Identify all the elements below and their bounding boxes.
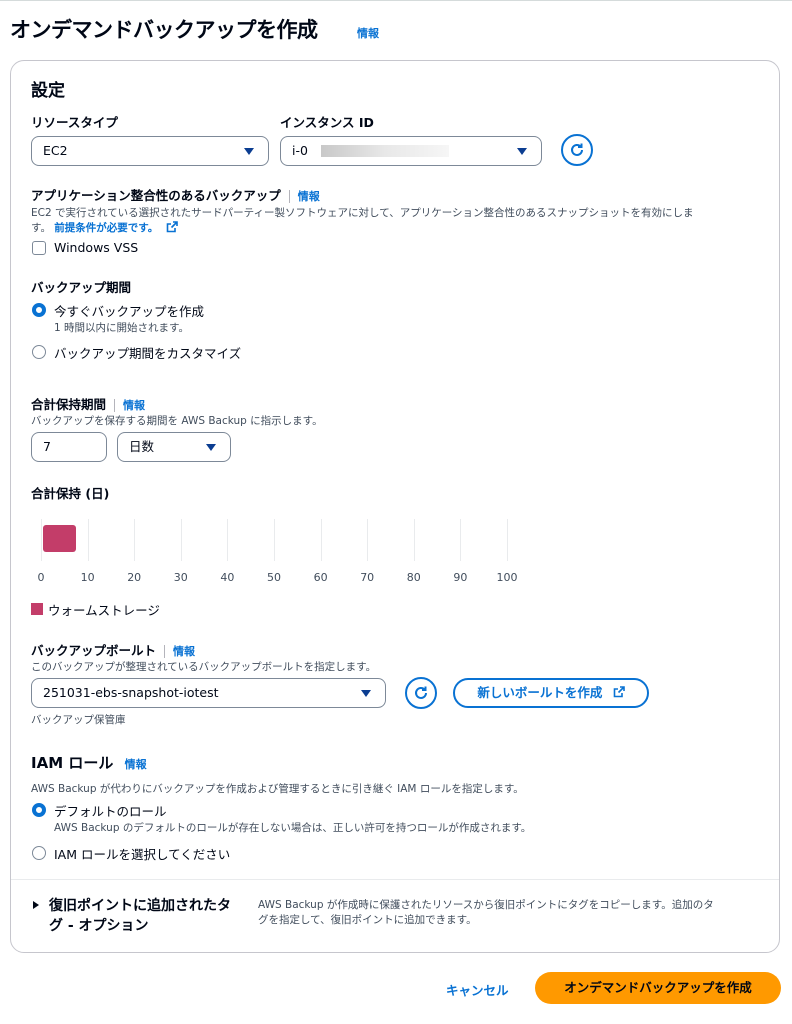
redacted-blur bbox=[321, 145, 449, 157]
default-role-radio[interactable] bbox=[32, 803, 46, 817]
external-link-icon bbox=[613, 686, 625, 698]
retention-chart-title: 合計保持 (日) bbox=[31, 486, 110, 501]
vault-refresh-button[interactable] bbox=[405, 677, 437, 709]
choose-role-label: IAM ロールを選択してください bbox=[54, 847, 231, 862]
refresh-icon bbox=[415, 686, 427, 699]
vault-value: 251031-ebs-snapshot-iotest bbox=[43, 685, 219, 700]
iam-label-row: IAM ロール 情報 bbox=[31, 752, 147, 773]
chart-gridline bbox=[367, 519, 369, 561]
choose-role-radio[interactable] bbox=[32, 846, 46, 860]
section-divider bbox=[11, 879, 779, 880]
vault-select[interactable]: 251031-ebs-snapshot-iotest bbox=[31, 678, 386, 708]
chart-tick-label: 60 bbox=[313, 571, 328, 584]
app-consistent-desc: EC2 で実行されている選択されたサードパーティー製ソフトウェアに対して、アプリ… bbox=[31, 207, 694, 219]
vault-label: バックアップボールト bbox=[31, 643, 157, 658]
chart-gridline bbox=[274, 519, 275, 561]
vault-label-row: バックアップボールト 情報 bbox=[31, 640, 195, 659]
chart-tick-label: 20 bbox=[127, 571, 142, 584]
chart-gridline bbox=[320, 519, 322, 561]
chart-gridline bbox=[413, 519, 415, 561]
chart-bar-warm-storage bbox=[43, 525, 76, 552]
settings-heading: 設定 bbox=[31, 81, 65, 101]
instance-refresh-button[interactable] bbox=[561, 134, 593, 166]
chart-tick-label: 80 bbox=[406, 571, 421, 584]
legend-swatch bbox=[31, 603, 43, 615]
create-vault-label: 新しいボールトを作成 bbox=[477, 685, 603, 700]
chart-tick-label: 30 bbox=[173, 571, 188, 584]
backup-now-sub: 1 時間以内に開始されます。 bbox=[54, 322, 189, 334]
retention-unit-select[interactable]: 日数 bbox=[117, 432, 231, 462]
backup-window-label: バックアップ期間 bbox=[31, 280, 132, 295]
retention-unit-value: 日数 bbox=[129, 439, 155, 454]
legend-label: ウォームストレージ bbox=[48, 603, 160, 618]
customize-window-label: バックアップ期間をカスタマイズ bbox=[54, 346, 242, 361]
tags-desc: AWS Backup が作成時に保護されたリソースから復旧ポイントにタグをコピー… bbox=[258, 899, 714, 926]
tags-title: 復旧ポイントに追加されたタ グ - オプション bbox=[49, 898, 231, 934]
cancel-button[interactable]: キャンセル bbox=[446, 980, 509, 999]
retention-desc: バックアップを保存する期間を AWS Backup に指示します。 bbox=[31, 415, 323, 427]
caret-down-icon bbox=[206, 444, 216, 451]
caret-down-icon bbox=[244, 148, 254, 155]
chart-tick-label: 50 bbox=[267, 571, 281, 584]
backup-now-radio[interactable] bbox=[32, 303, 46, 317]
vault-info-link[interactable]: 情報 bbox=[173, 645, 195, 658]
settings-panel: 設定 リソースタイプ EC2 インスタンス ID i-0 アプリケーション整合性… bbox=[10, 60, 780, 953]
chart-tick-label: 0 bbox=[37, 571, 45, 584]
retention-value-input[interactable]: 7 bbox=[31, 432, 107, 462]
app-consistent-label: アプリケーション整合性のあるバックアップ bbox=[31, 188, 281, 203]
prereq-link[interactable]: 前提条件が必要です。 bbox=[54, 222, 158, 234]
chart-gridline bbox=[87, 519, 89, 561]
retention-chart: 0 10 20 30 40 50 60 70 80 90 100 bbox=[11, 511, 571, 591]
default-role-sub: AWS Backup のデフォルトのロールが存在しない場合は、正しい許可を持つロ… bbox=[54, 822, 532, 834]
app-consistent-info-link[interactable]: 情報 bbox=[298, 190, 320, 203]
chart-gridline bbox=[134, 519, 136, 561]
chart-gridline bbox=[507, 519, 508, 561]
resource-type-select[interactable]: EC2 bbox=[31, 136, 269, 166]
refresh-icon bbox=[571, 143, 583, 156]
caret-down-icon bbox=[361, 690, 371, 697]
windows-vss-label: Windows VSS bbox=[54, 240, 139, 255]
customize-window-radio[interactable] bbox=[32, 345, 46, 359]
default-role-label: デフォルトのロール bbox=[54, 804, 167, 819]
retention-label-row: 合計保持期間 情報 bbox=[31, 394, 145, 413]
chart-tick-label: 90 bbox=[453, 571, 468, 584]
vault-footnote: バックアップ保管庫 bbox=[31, 714, 126, 726]
iam-label: IAM ロール bbox=[31, 754, 114, 772]
page-info-link[interactable]: 情報 bbox=[357, 25, 379, 41]
chart-tick-label: 40 bbox=[220, 571, 235, 584]
chart-gridline bbox=[180, 519, 182, 561]
retention-info-link[interactable]: 情報 bbox=[123, 399, 145, 412]
page-title: オンデマンドバックアップを作成 bbox=[10, 18, 318, 42]
windows-vss-checkbox[interactable] bbox=[32, 241, 46, 255]
chart-gridline bbox=[41, 519, 42, 561]
chart-gridline bbox=[227, 519, 229, 561]
instance-id-select[interactable]: i-0 bbox=[280, 136, 542, 166]
vault-desc: このバックアップが整理されているバックアップボールトを指定します。 bbox=[31, 661, 377, 673]
chart-tick-label: 10 bbox=[80, 571, 95, 584]
resource-type-value: EC2 bbox=[43, 143, 68, 158]
chart-tick-label: 70 bbox=[360, 571, 375, 584]
external-link-icon bbox=[166, 221, 178, 233]
top-border bbox=[0, 0, 792, 1]
create-backup-button[interactable]: オンデマンドバックアップを作成 bbox=[535, 972, 781, 1004]
expand-triangle-icon bbox=[33, 901, 39, 909]
create-vault-button[interactable]: 新しいボールトを作成 bbox=[453, 678, 649, 708]
chart-tick-label: 100 bbox=[496, 571, 518, 584]
backup-now-label: 今すぐバックアップを作成 bbox=[54, 304, 205, 319]
iam-desc: AWS Backup が代わりにバックアップを作成および管理するときに引き継ぐ … bbox=[31, 783, 524, 795]
app-consistent-desc-2: す。 前提条件が必要です。 bbox=[31, 220, 178, 235]
retention-label: 合計保持期間 bbox=[31, 397, 107, 412]
chart-gridline bbox=[460, 519, 462, 561]
resource-type-label: リソースタイプ bbox=[31, 115, 118, 130]
instance-id-value: i-0 bbox=[292, 143, 308, 158]
instance-id-label: インスタンス ID bbox=[280, 115, 374, 130]
iam-info-link[interactable]: 情報 bbox=[125, 758, 147, 771]
caret-down-icon bbox=[517, 148, 527, 155]
app-consistent-label-row: アプリケーション整合性のあるバックアップ 情報 bbox=[31, 185, 320, 204]
